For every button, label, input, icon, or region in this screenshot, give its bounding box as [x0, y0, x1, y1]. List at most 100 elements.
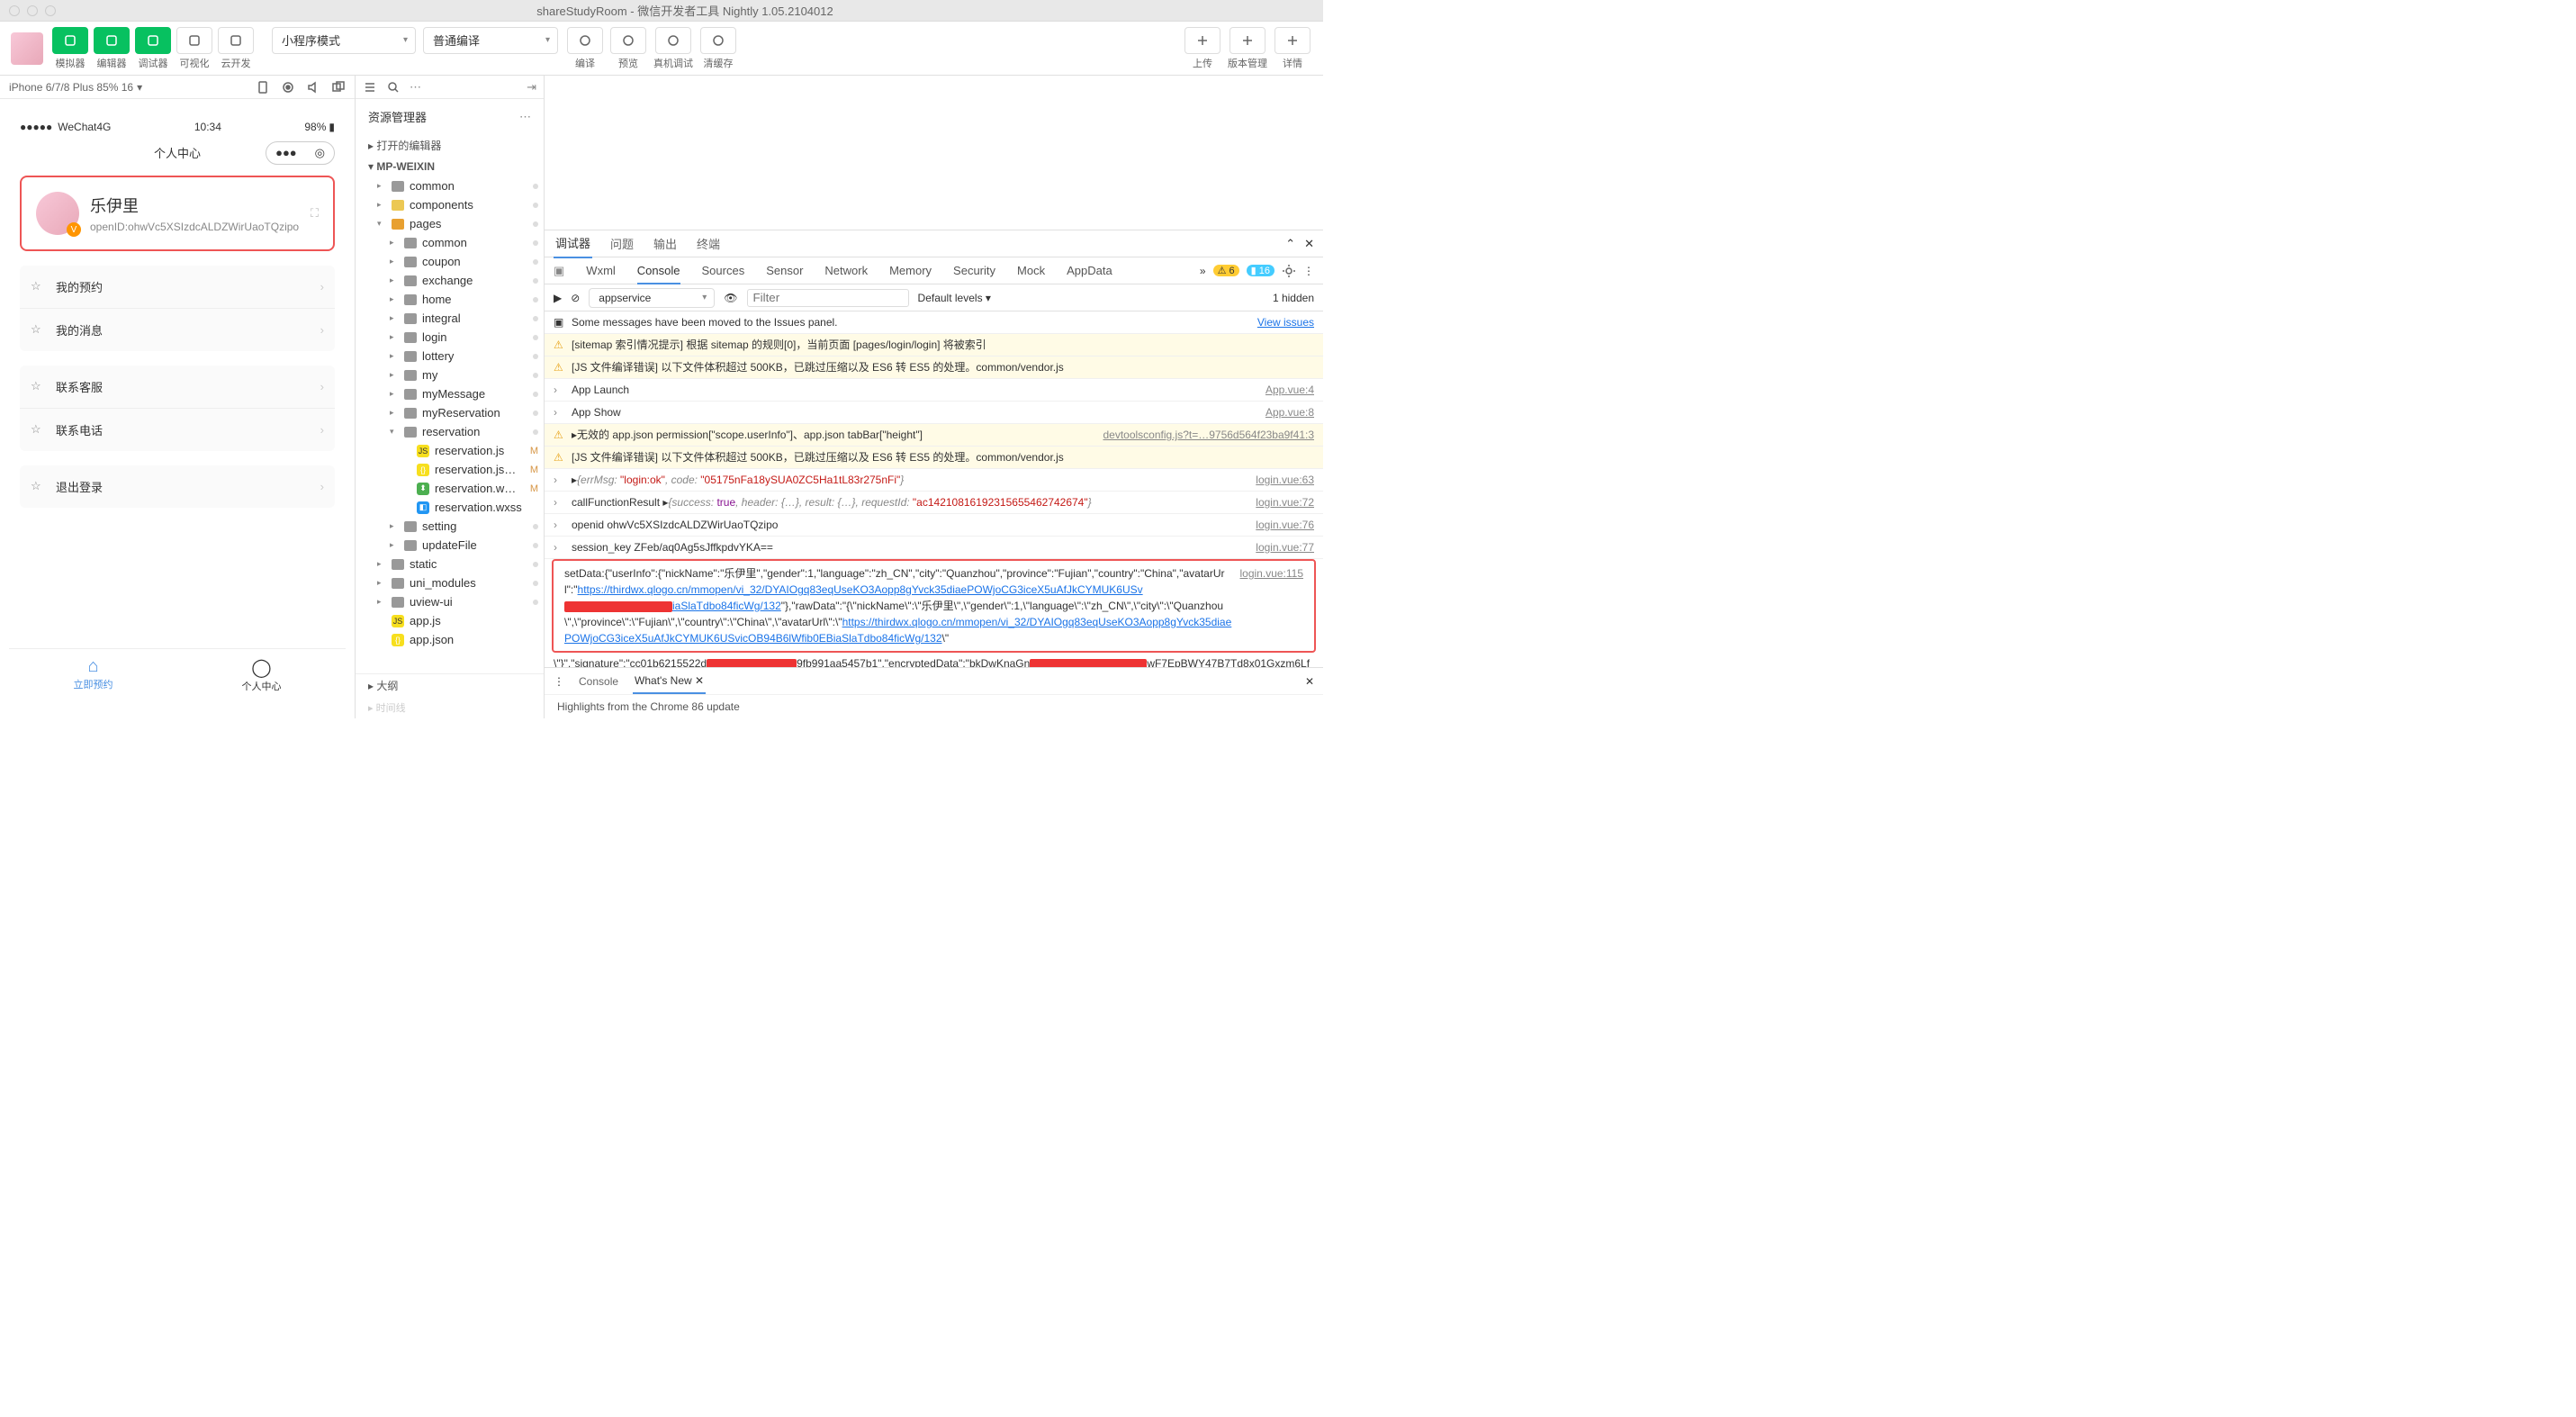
toolbar-btn-1[interactable] — [94, 27, 130, 54]
more-icon[interactable]: ⋯ — [410, 80, 421, 95]
folder-item[interactable]: lottery — [356, 347, 544, 366]
drawer-tab-whatsnew[interactable]: What's New ✕ — [633, 669, 706, 694]
opened-editors-section[interactable]: ▸ 打开的编辑器 — [356, 134, 544, 157]
folder-item[interactable]: home — [356, 290, 544, 309]
list-icon[interactable] — [363, 80, 377, 95]
folder-item[interactable]: uview-ui — [356, 592, 544, 611]
record-icon[interactable] — [281, 80, 295, 95]
view-issues-link[interactable]: View issues — [1257, 314, 1314, 330]
log-source-link[interactable]: login.vue:115 — [1240, 565, 1304, 582]
log-source-link[interactable]: App.vue:4 — [1265, 382, 1314, 398]
action-btn-3[interactable] — [700, 27, 736, 54]
log-source-link[interactable]: devtoolsconfig.js?t=…9756d564f23ba9f41:3 — [1103, 427, 1314, 443]
log-source-link[interactable]: login.vue:76 — [1256, 517, 1314, 533]
menu-item[interactable]: ☆我的预约› — [20, 266, 335, 309]
file-item[interactable]: ◧reservation.wxss — [356, 498, 544, 517]
folder-item[interactable]: common — [356, 176, 544, 195]
capsule-menu[interactable]: ●●● — [266, 142, 306, 164]
log-source-link[interactable]: login.vue:63 — [1256, 472, 1314, 488]
mode-select[interactable]: 小程序模式 — [272, 27, 416, 54]
menu-item[interactable]: ☆我的消息› — [20, 309, 335, 351]
file-item[interactable]: {}reservation.js…M — [356, 460, 544, 479]
eye-icon[interactable]: 👁 — [724, 292, 737, 304]
devtools-tab[interactable]: Console — [637, 264, 680, 284]
settings-icon[interactable] — [1282, 264, 1296, 278]
collapse-icon[interactable]: ⇥ — [527, 80, 536, 95]
log-source-link[interactable]: login.vue:77 — [1256, 539, 1314, 555]
devtools-tab[interactable]: Wxml — [586, 264, 616, 277]
tabbar-item[interactable]: ◯个人中心 — [177, 649, 346, 700]
folder-item[interactable]: integral — [356, 309, 544, 328]
devtools-tab[interactable]: Network — [824, 264, 868, 277]
kebab-icon[interactable]: ⋮ — [1303, 265, 1314, 277]
devtools-tab[interactable]: Sources — [702, 264, 745, 277]
folder-item[interactable]: reservation — [356, 422, 544, 441]
tabbar-item[interactable]: ⌂立即预约 — [9, 649, 177, 700]
warning-count-badge[interactable]: ⚠ 6 — [1213, 265, 1239, 276]
folder-item[interactable]: exchange — [356, 271, 544, 290]
devtools-tab[interactable]: Security — [953, 264, 995, 277]
menu-item[interactable]: ☆联系客服› — [20, 366, 335, 409]
action-btn-0[interactable] — [567, 27, 603, 54]
file-item[interactable]: JSapp.js — [356, 611, 544, 630]
detach-icon[interactable] — [331, 80, 346, 95]
menu-item[interactable]: ☆退出登录› — [20, 465, 335, 508]
drawer-close-icon[interactable]: ✕ — [1305, 675, 1314, 688]
user-card[interactable]: 乐伊里 openID:ohwVc5XSIzdcALDZWirUaoTQzipo … — [20, 176, 335, 251]
panel-tab[interactable]: 输出 — [652, 230, 679, 257]
panel-tab[interactable]: 终端 — [695, 230, 722, 257]
toolbar-btn-4[interactable] — [218, 27, 254, 54]
folder-item[interactable]: common — [356, 233, 544, 252]
log-source-link[interactable]: App.vue:8 — [1265, 404, 1314, 420]
devtools-tab[interactable]: AppData — [1067, 264, 1112, 277]
folder-item[interactable]: uni_modules — [356, 573, 544, 592]
scope-select[interactable]: appservice — [589, 288, 715, 308]
devtools-tab[interactable]: Sensor — [766, 264, 803, 277]
folder-item[interactable]: my — [356, 366, 544, 384]
file-item[interactable]: ⬍reservation.w…M — [356, 479, 544, 498]
level-select[interactable]: Default levels ▾ — [918, 292, 991, 304]
filter-input[interactable] — [747, 289, 909, 307]
action-btn-2[interactable] — [655, 27, 691, 54]
maximize-window[interactable] — [45, 5, 56, 16]
menu-item[interactable]: ☆联系电话› — [20, 409, 335, 451]
action-btn-1[interactable] — [610, 27, 646, 54]
hidden-count[interactable]: 1 hidden — [1273, 292, 1314, 304]
search-icon[interactable] — [386, 80, 401, 95]
clear-icon[interactable]: ⊘ — [571, 292, 580, 304]
device-icon[interactable] — [256, 80, 270, 95]
close-panel-icon[interactable]: ✕ — [1304, 237, 1314, 251]
folder-item[interactable]: myMessage — [356, 384, 544, 403]
folder-item[interactable]: coupon — [356, 252, 544, 271]
file-item[interactable]: {}app.json — [356, 630, 544, 649]
close-window[interactable] — [9, 5, 20, 16]
drawer-tab-console[interactable]: Console — [577, 670, 620, 693]
project-avatar[interactable] — [11, 32, 43, 65]
folder-item[interactable]: setting — [356, 517, 544, 536]
capsule-close[interactable]: ◎ — [306, 142, 334, 164]
run-icon[interactable]: ▶ — [554, 292, 562, 304]
compile-select[interactable]: 普通编译 — [423, 27, 558, 54]
drawer-kebab-icon[interactable]: ⋮ — [554, 675, 564, 688]
right-btn-0[interactable] — [1184, 27, 1220, 54]
folder-item[interactable]: static — [356, 555, 544, 573]
devtools-tab[interactable]: Memory — [889, 264, 932, 277]
minimize-window[interactable] — [27, 5, 38, 16]
toolbar-btn-3[interactable] — [176, 27, 212, 54]
right-btn-2[interactable] — [1274, 27, 1311, 54]
file-item[interactable]: JSreservation.jsM — [356, 441, 544, 460]
folder-item[interactable]: components — [356, 195, 544, 214]
project-root[interactable]: ▾ MP-WEIXIN — [356, 157, 544, 176]
log-source-link[interactable]: login.vue:72 — [1256, 494, 1314, 510]
inspect-icon[interactable]: ▣ — [554, 264, 564, 278]
mute-icon[interactable] — [306, 80, 320, 95]
toolbar-btn-0[interactable] — [52, 27, 88, 54]
folder-item[interactable]: myReservation — [356, 403, 544, 422]
explorer-menu-icon[interactable]: ⋯ — [519, 110, 531, 124]
info-count-badge[interactable]: ▮ 16 — [1247, 265, 1274, 276]
device-selector[interactable]: iPhone 6/7/8 Plus 85% 16 — [9, 81, 133, 94]
toolbar-btn-2[interactable] — [135, 27, 171, 54]
folder-item[interactable]: updateFile — [356, 536, 544, 555]
right-btn-1[interactable] — [1229, 27, 1265, 54]
outline-section[interactable]: ▸ 大纲 — [356, 673, 544, 697]
